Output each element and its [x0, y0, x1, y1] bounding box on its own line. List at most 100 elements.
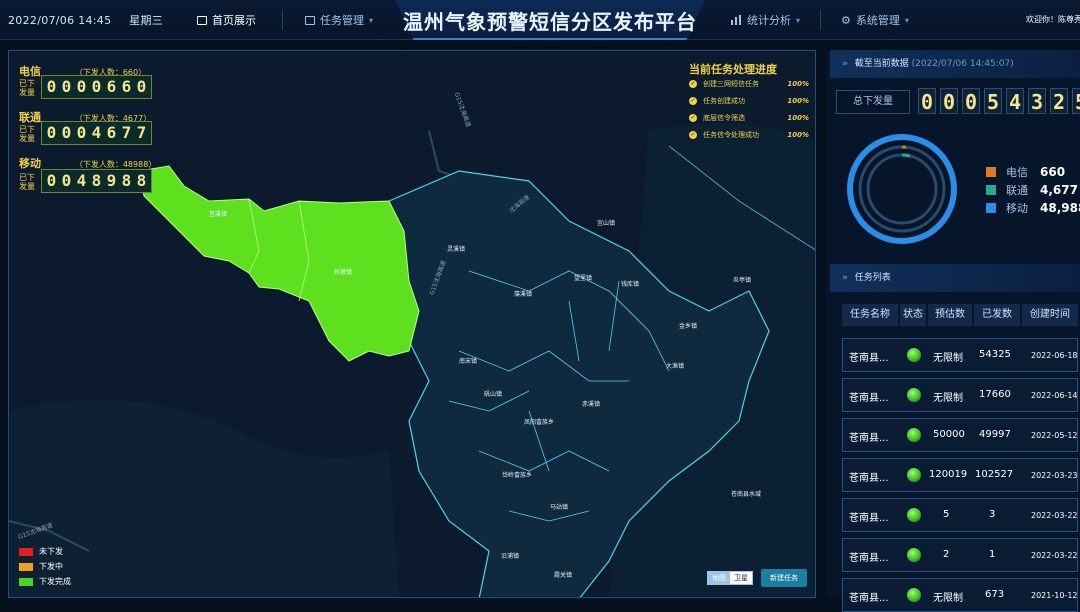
- status-dot: [907, 348, 921, 362]
- cell-created: 2021-10-12: [1031, 591, 1078, 600]
- legend-swatch: [19, 548, 33, 556]
- cell-created: 2022-06-14: [1031, 391, 1078, 400]
- welcome-user: 欢迎你！陈尊秀: [1026, 14, 1080, 25]
- cell-sent: 673: [985, 589, 1004, 600]
- table-row[interactable]: 苍南县... 2 1 2022-03-22: [842, 538, 1078, 572]
- nav-system-management[interactable]: ⚙ 系统管理 ▾: [841, 12, 909, 28]
- progress-pct: 100%: [787, 114, 809, 122]
- town-label: 宜山镇: [597, 218, 615, 227]
- map-view-button[interactable]: 地图: [708, 572, 730, 584]
- monitor-icon: [197, 16, 207, 25]
- legend-swatch: [986, 167, 996, 177]
- stats-header-title: 截至当前数据: [855, 59, 909, 69]
- nav-system-label: 系统管理: [856, 12, 900, 28]
- table-row[interactable]: 苍南县... 无限制 17660 2022-06-14: [842, 378, 1078, 412]
- town-label: 莒溪镇: [209, 209, 227, 218]
- legend-label: 下发完成: [39, 576, 71, 587]
- town-label: 凤阳畲族乡: [524, 417, 554, 426]
- cell-name[interactable]: 苍南县...: [849, 469, 889, 484]
- legend-label: 下发中: [39, 561, 63, 572]
- nav-divider: [820, 10, 821, 30]
- digit: 3: [1028, 88, 1046, 114]
- nav-statistics[interactable]: 统计分析 ▾: [731, 12, 800, 28]
- nav-home[interactable]: 首页展示: [197, 12, 256, 28]
- total-sent-counter: 00054325: [918, 88, 1080, 114]
- cell-created: 2022-05-12: [1031, 431, 1078, 440]
- table-row[interactable]: 苍南县... 5 3 2022-03-22: [842, 498, 1078, 532]
- progress-label: 任务创建成功: [703, 96, 745, 106]
- nav-divider: [282, 10, 283, 30]
- cell-estimate: 5: [943, 509, 949, 520]
- ring-track: [868, 155, 936, 223]
- progress-label: 任务信令处理成功: [703, 130, 759, 140]
- digit: 7: [135, 124, 148, 142]
- legend-swatch: [19, 578, 33, 586]
- map-type-toggle[interactable]: 地图 卫星: [707, 571, 753, 585]
- ring-unicom: [902, 155, 910, 156]
- progress-label: 底层信令筛选: [703, 113, 745, 123]
- cell-name[interactable]: 苍南县...: [849, 509, 889, 524]
- cell-sent: 49997: [979, 429, 1011, 440]
- map-panel[interactable]: 电信 （下发人数：660） 已下发量 0000660 联通 （下发人数：4677…: [8, 50, 816, 598]
- check-icon: ✓: [689, 97, 697, 105]
- digit: 0: [940, 88, 958, 114]
- digit: 0: [135, 78, 148, 96]
- carrier-name: 联通: [19, 111, 41, 124]
- town-label: 灵溪镇: [447, 244, 465, 253]
- digit: 5: [1072, 88, 1080, 114]
- column-header-status[interactable]: 状态: [900, 304, 926, 326]
- new-task-button[interactable]: 新建任务: [761, 569, 807, 587]
- satellite-view-button[interactable]: 卫星: [730, 572, 752, 584]
- legend-swatch: [19, 563, 33, 571]
- town-label: 霞关镇: [554, 570, 572, 579]
- legend-item: 未下发: [19, 546, 63, 557]
- legend-item: 下发完成: [19, 576, 71, 587]
- digit: 0: [60, 124, 73, 142]
- column-header-estimate[interactable]: 预估数: [928, 304, 972, 326]
- digit: 0: [75, 78, 88, 96]
- digit: 0: [60, 78, 73, 96]
- stats-panel: » 截至当前数据 (2022/07/06 14:45:07) 总下发量 0005…: [826, 50, 1080, 598]
- column-header-name[interactable]: 任务名称: [842, 304, 898, 326]
- cell-name[interactable]: 苍南县...: [849, 349, 889, 364]
- progress-title: 当前任务处理进度: [689, 61, 777, 77]
- nav-statistics-label: 统计分析: [747, 12, 791, 28]
- task-icon: [305, 16, 315, 25]
- digit: 8: [90, 172, 103, 190]
- digit-counter-unicom: 0004677: [41, 121, 152, 145]
- nav-task-management[interactable]: 任务管理 ▾: [305, 12, 373, 28]
- table-row[interactable]: 苍南县... 50000 49997 2022-05-12: [842, 418, 1078, 452]
- gear-icon: ⚙: [841, 14, 851, 27]
- cell-name[interactable]: 苍南县...: [849, 389, 889, 404]
- progress-item: ✓任务创建成功100%: [689, 96, 809, 106]
- table-row[interactable]: 苍南县... 无限制 54325 2022-06-18: [842, 338, 1078, 372]
- column-header-created[interactable]: 创建时间: [1022, 304, 1078, 326]
- task-list-header: » 任务列表: [830, 264, 1080, 292]
- digit: 0: [90, 78, 103, 96]
- cell-name[interactable]: 苍南县...: [849, 429, 889, 444]
- task-list-title: 任务列表: [855, 273, 891, 283]
- progress-pct: 100%: [787, 131, 809, 139]
- table-row[interactable]: 苍南县... 无限制 673 2021-10-12: [842, 578, 1078, 612]
- progress-label: 创建三网短信任务: [703, 79, 759, 89]
- digit: 4: [75, 172, 88, 190]
- column-header-sent[interactable]: 已发数: [974, 304, 1020, 326]
- town-label: 望里镇: [574, 273, 592, 282]
- digit: 2: [1050, 88, 1068, 114]
- total-sent-label: 总下发量: [836, 90, 910, 114]
- carrier-name: 电信: [19, 65, 41, 78]
- table-row[interactable]: 苍南县... 120019 102527 2022-03-23: [842, 458, 1078, 492]
- check-icon: ✓: [689, 80, 697, 88]
- legend-value: 48,988: [1040, 201, 1080, 215]
- cell-sent: 17660: [979, 389, 1011, 400]
- carrier-ring-chart: [846, 133, 958, 245]
- nav-home-label: 首页展示: [212, 12, 256, 28]
- cell-name[interactable]: 苍南县...: [849, 549, 889, 564]
- carrier-count: （下发人数：48988）: [75, 160, 156, 169]
- chevron-down-icon: ▾: [369, 16, 373, 25]
- digit: 7: [120, 124, 133, 142]
- status-dot: [907, 428, 921, 442]
- cell-created: 2022-03-22: [1031, 511, 1078, 520]
- page-title: 温州气象预警短信分区发布平台: [395, 6, 705, 35]
- cell-name[interactable]: 苍南县...: [849, 589, 889, 604]
